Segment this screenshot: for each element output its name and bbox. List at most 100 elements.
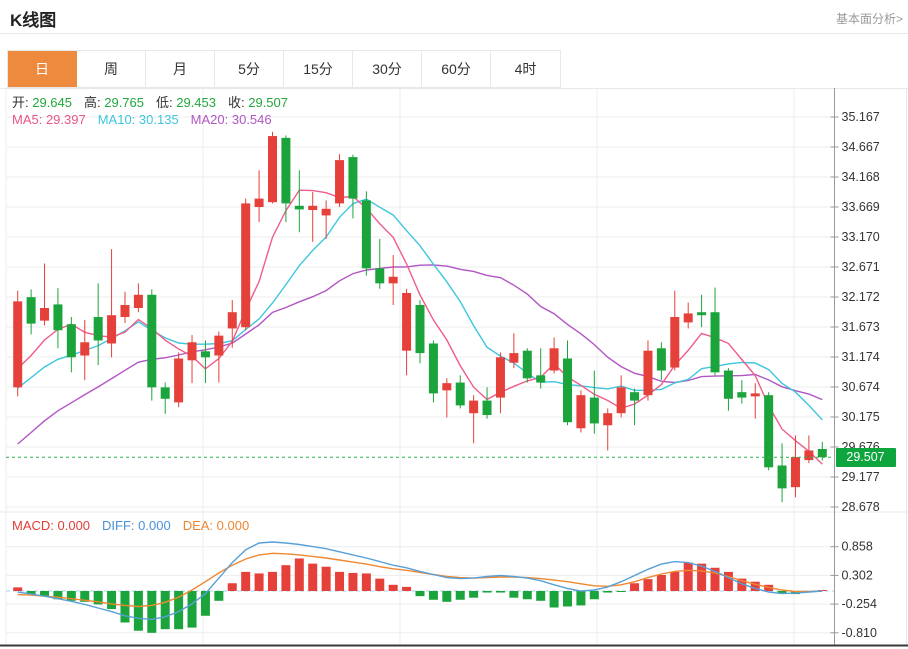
tab-15分[interactable]: 15分 [284,51,353,87]
macd-bar [402,587,411,591]
macd-bar [550,591,559,608]
macd-bar [670,572,679,591]
candle-body [161,387,170,398]
macd-bar [107,591,116,609]
candle-body [27,297,36,323]
fundamental-analysis-link[interactable]: 基本面分析> [836,10,903,27]
macd-bar [281,565,290,591]
candle-body [348,157,357,198]
current-price-badge: 29.507 [836,448,896,467]
price-axis-label: 31.174 [842,350,880,364]
macd-bar [603,591,612,593]
price-axis-label: 29.177 [842,470,880,484]
readout-value: 30.135 [135,112,178,127]
macd-bar [496,591,505,593]
readout-label: DIFF: [102,518,135,533]
macd-axis-label: -0.254 [842,597,877,611]
macd-readout: MACD: 0.000DIFF: 0.000DEA: 0.000 [0,518,249,533]
readout-label: 收: [228,95,245,110]
macd-bar [684,563,693,591]
candle-body [268,136,277,202]
readout-value: 0.000 [213,518,249,533]
macd-bar [617,591,626,592]
candle-body [483,401,492,415]
macd-bar [120,591,129,622]
macd-axis-label: 0.858 [842,540,873,554]
macd-bar [13,587,22,591]
readout-label: MA5: [12,112,42,127]
price-axis-label: 32.172 [842,290,880,304]
candle-body [281,138,290,204]
price-axis-label: 33.669 [842,200,880,214]
macd-bar [483,591,492,593]
candle-body [134,295,143,308]
candle-body [711,312,720,372]
price-axis-label: 30.175 [842,410,880,424]
candle-body [724,371,733,399]
candle-body [617,387,626,413]
macd-bar [416,591,425,596]
macd-bar [188,591,197,628]
candle-body [590,398,599,424]
candle-body [308,206,317,210]
candle-body [174,359,183,403]
macd-bar [657,575,666,591]
tab-日[interactable]: 日 [8,51,77,87]
macd-bar [429,591,438,600]
macd-bar [241,572,250,591]
price-axis-label: 34.667 [842,140,880,154]
kline-chart[interactable]: 35.16734.66734.16833.66933.17032.67132.1… [0,88,908,649]
candle-body [630,392,639,400]
readout-value: 29.507 [245,95,288,110]
macd-bar [214,591,223,601]
macd-bar [228,583,237,591]
macd-bar [335,572,344,591]
candle-body [643,351,652,395]
readout-label: 低: [156,95,173,110]
macd-bar [536,591,545,601]
macd-bar [724,572,733,591]
macd-axis-label: -0.810 [842,626,877,640]
candle-body [550,348,559,370]
candle-body [697,312,706,315]
candle-body [764,395,773,467]
tab-月[interactable]: 月 [146,51,215,87]
candle-body [576,395,585,428]
macd-bar [308,564,317,591]
candle-body [255,199,264,207]
macd-bar [469,591,478,598]
chart-canvas: 35.16734.66734.16833.66933.17032.67132.1… [0,88,908,649]
readout-value: 0.000 [54,518,90,533]
candle-body [416,305,425,353]
macd-bar [268,572,277,591]
tab-5分[interactable]: 5分 [215,51,284,87]
readout-label: MA20: [191,112,229,127]
candle-body [657,348,666,370]
candle-body [737,392,746,397]
macd-bar [389,585,398,591]
macd-bar [442,591,451,602]
candle-body [107,315,116,343]
macd-bar [348,573,357,591]
tab-60分[interactable]: 60分 [422,51,491,87]
tab-4时[interactable]: 4时 [491,51,560,87]
price-axis-label: 35.167 [842,110,880,124]
candle-body [751,393,760,396]
macd-bar [509,591,518,598]
candle-body [670,317,679,368]
readout-value: 29.453 [173,95,216,110]
candle-body [67,324,76,357]
candle-body [456,383,465,406]
tab-30分[interactable]: 30分 [353,51,422,87]
macd-bar [147,591,156,633]
ohlc-readout: 开: 29.645高: 29.765低: 29.453收: 29.507 [0,92,288,111]
macd-axis-label: 0.302 [842,568,873,582]
price-axis-label: 34.168 [842,170,880,184]
candle-body [375,268,384,283]
candle-body [442,383,451,390]
candle-body [188,342,197,360]
candle-body [778,466,787,489]
tab-周[interactable]: 周 [77,51,146,87]
macd-bar [161,591,170,629]
candle-body [818,449,827,457]
